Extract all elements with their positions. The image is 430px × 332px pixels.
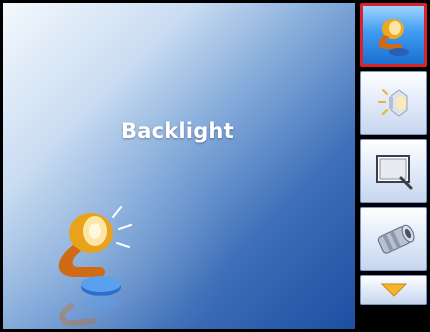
screen-calibration-button[interactable] [360, 139, 427, 203]
side-menu [360, 3, 427, 329]
main-panel: Backlight [3, 3, 355, 329]
arrow-down-icon [380, 283, 407, 297]
camera-button[interactable] [360, 207, 427, 271]
scroll-down-button[interactable] [360, 275, 427, 305]
sound-button[interactable] [360, 71, 427, 135]
speaker-icon [377, 89, 407, 117]
page-title: Backlight [121, 119, 234, 143]
camera-lens-icon [377, 224, 414, 254]
screen-magnify-icon [375, 155, 412, 190]
backlight-button[interactable] [360, 3, 427, 67]
desk-lamp-icon [378, 19, 409, 56]
device-frame: Backlight [0, 0, 430, 332]
backlight-large-icon [58, 206, 132, 327]
